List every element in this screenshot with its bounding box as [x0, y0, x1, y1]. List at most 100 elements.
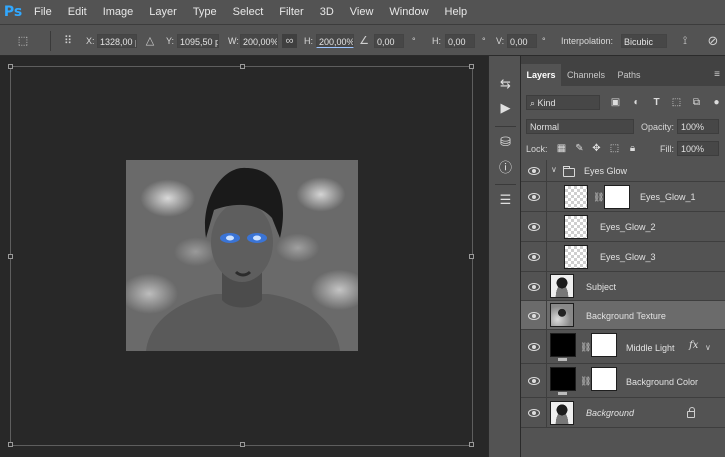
lock-all-icon[interactable]: 🔒︎ [626, 142, 639, 155]
v-skew-field[interactable]: 0,00 [507, 34, 537, 48]
layer-mask-thumbnail[interactable] [604, 185, 630, 209]
libraries-icon[interactable]: ⛁ [496, 132, 515, 151]
lock-row: Lock: ▦ ✎ ✥ ⬚ 🔒︎ Fill: 100% [521, 138, 725, 160]
filter-shape-icon[interactable]: ⬚ [670, 96, 683, 109]
transform-tool-icon[interactable]: ⬚ [14, 34, 32, 48]
handle-bottom-center[interactable] [240, 442, 245, 447]
filter-pixel-icon[interactable]: ▣ [609, 96, 622, 109]
eye-icon[interactable] [528, 283, 540, 291]
divider [546, 272, 547, 300]
handle-middle-right[interactable] [469, 254, 474, 259]
options-bar: ⬚ ⠿ X: 1328,00 px △ Y: 1095,50 px W: 200… [0, 24, 725, 56]
interpolation-select[interactable]: Bicubic [621, 34, 667, 48]
layer-middle-light[interactable]: ⛓ Middle Light fx ∨ [521, 330, 725, 364]
handle-top-right[interactable] [469, 64, 474, 69]
x-position-field[interactable]: 1328,00 px [97, 34, 137, 48]
lock-artboard-icon[interactable]: ⬚ [608, 142, 621, 155]
layer-eyes-glow-2[interactable]: Eyes_Glow_2 [521, 212, 725, 242]
link-icon[interactable]: ⛓ [593, 192, 604, 203]
menu-type[interactable]: Type [185, 0, 225, 24]
filter-type-icon[interactable]: T [650, 96, 663, 109]
filter-kind-select[interactable]: ⌕ Kind [526, 95, 600, 110]
document-artwork[interactable] [126, 160, 358, 351]
menu-file[interactable]: File [26, 0, 60, 24]
eye-icon[interactable] [528, 167, 540, 175]
interpolation-label: Interpolation: [561, 36, 614, 46]
lock-position-icon[interactable]: ✥ [590, 142, 603, 155]
menu-edit[interactable]: Edit [60, 0, 95, 24]
opacity-field[interactable]: 100% [677, 119, 719, 134]
filter-smart-object-icon[interactable]: ⧉ [690, 96, 703, 109]
handle-middle-left[interactable] [8, 254, 13, 259]
layer-eyes-glow-1[interactable]: ⛓ Eyes_Glow_1 [521, 182, 725, 212]
cancel-transform-icon[interactable]: ⊘ [706, 34, 720, 48]
rotate-field[interactable]: 0,00 [374, 34, 404, 48]
layer-background[interactable]: Background [521, 398, 725, 428]
layer-group-eyes-glow[interactable]: ∨ Eyes Glow [521, 160, 725, 182]
blend-row: Normal Opacity: 100% [521, 116, 725, 138]
tab-paths[interactable]: Paths [611, 64, 647, 86]
menu-view[interactable]: View [342, 0, 382, 24]
chevron-down-icon[interactable]: ∨ [705, 343, 711, 352]
menu-filter[interactable]: Filter [271, 0, 311, 24]
actions-play-icon[interactable]: ▶ [496, 98, 515, 117]
fill-label: Fill: [660, 144, 674, 154]
lock-transparent-icon[interactable]: ▦ [555, 142, 568, 155]
layer-name: Background Color [626, 377, 699, 387]
panel-menu-icon[interactable]: ≡ [714, 69, 720, 80]
menu-3d[interactable]: 3D [312, 0, 342, 24]
eye-icon[interactable] [528, 343, 540, 351]
relative-position-icon[interactable]: △ [144, 34, 156, 48]
blend-mode-select[interactable]: Normal [526, 119, 634, 134]
handle-bottom-right[interactable] [469, 442, 474, 447]
eye-icon[interactable] [528, 312, 540, 320]
layer-background-color[interactable]: ⛓ Background Color [521, 364, 725, 398]
menu-help[interactable]: Help [437, 0, 476, 24]
fill-field[interactable]: 100% [677, 141, 719, 156]
h-skew-field[interactable]: 0,00 [445, 34, 475, 48]
menu-select[interactable]: Select [225, 0, 272, 24]
filter-toggle-icon[interactable]: ● [710, 96, 723, 109]
info-icon[interactable]: ⓘ [496, 158, 515, 177]
layer-subject[interactable]: Subject [521, 272, 725, 301]
layer-mask-thumbnail[interactable] [591, 367, 617, 391]
h-skew-unit: ° [482, 36, 486, 46]
handle-bottom-left[interactable] [8, 442, 13, 447]
menu-window[interactable]: Window [381, 0, 436, 24]
menu-layer[interactable]: Layer [141, 0, 185, 24]
lock-label: Lock: [526, 144, 548, 154]
eye-icon[interactable] [528, 223, 540, 231]
handle-top-left[interactable] [8, 64, 13, 69]
canvas-area[interactable] [0, 56, 488, 457]
y-position-field[interactable]: 1095,50 px [177, 34, 219, 48]
menu-image[interactable]: Image [95, 0, 142, 24]
eye-icon[interactable] [528, 253, 540, 261]
eye-icon[interactable] [528, 377, 540, 385]
width-field[interactable]: 200,00% [240, 34, 278, 48]
layer-thumbnail [550, 274, 574, 298]
link-icon[interactable]: ⛓ [580, 376, 591, 387]
layer-mask-thumbnail[interactable] [591, 333, 617, 357]
eye-icon[interactable] [528, 409, 540, 417]
layer-eyes-glow-3[interactable]: Eyes_Glow_3 [521, 242, 725, 272]
lock-pixels-icon[interactable]: ✎ [573, 142, 586, 155]
layer-effects-icon[interactable]: fx [689, 340, 698, 351]
eye-icon[interactable] [528, 193, 540, 201]
tab-layers[interactable]: Layers [521, 64, 561, 86]
warp-mode-icon[interactable]: ⟟ [678, 34, 692, 48]
height-field[interactable]: 200,00% [316, 34, 354, 48]
panel-tab-bar: Layers Channels Paths ≡ [521, 64, 725, 86]
properties-icon[interactable]: ☰ [496, 190, 515, 209]
link-icon[interactable]: ∞ [282, 34, 297, 48]
filter-adjustment-icon[interactable]: ◐ [630, 96, 643, 109]
layers-panel: Layers Channels Paths ≡ ⌕ Kind ▣ ◐ T ⬚ ⧉… [521, 56, 725, 457]
layer-background-texture[interactable]: Background Texture [521, 301, 725, 330]
link-icon[interactable]: ⛓ [580, 342, 591, 353]
chevron-down-icon[interactable]: ∨ [551, 165, 557, 174]
rotate-angle-icon: ∠ [359, 35, 369, 47]
history-icon[interactable]: ⇆ [496, 74, 515, 93]
photoshop-logo: Ps [3, 4, 23, 20]
tab-channels[interactable]: Channels [563, 64, 609, 86]
reference-point-icon[interactable]: ⠿ [60, 34, 76, 48]
handle-top-center[interactable] [240, 64, 245, 69]
